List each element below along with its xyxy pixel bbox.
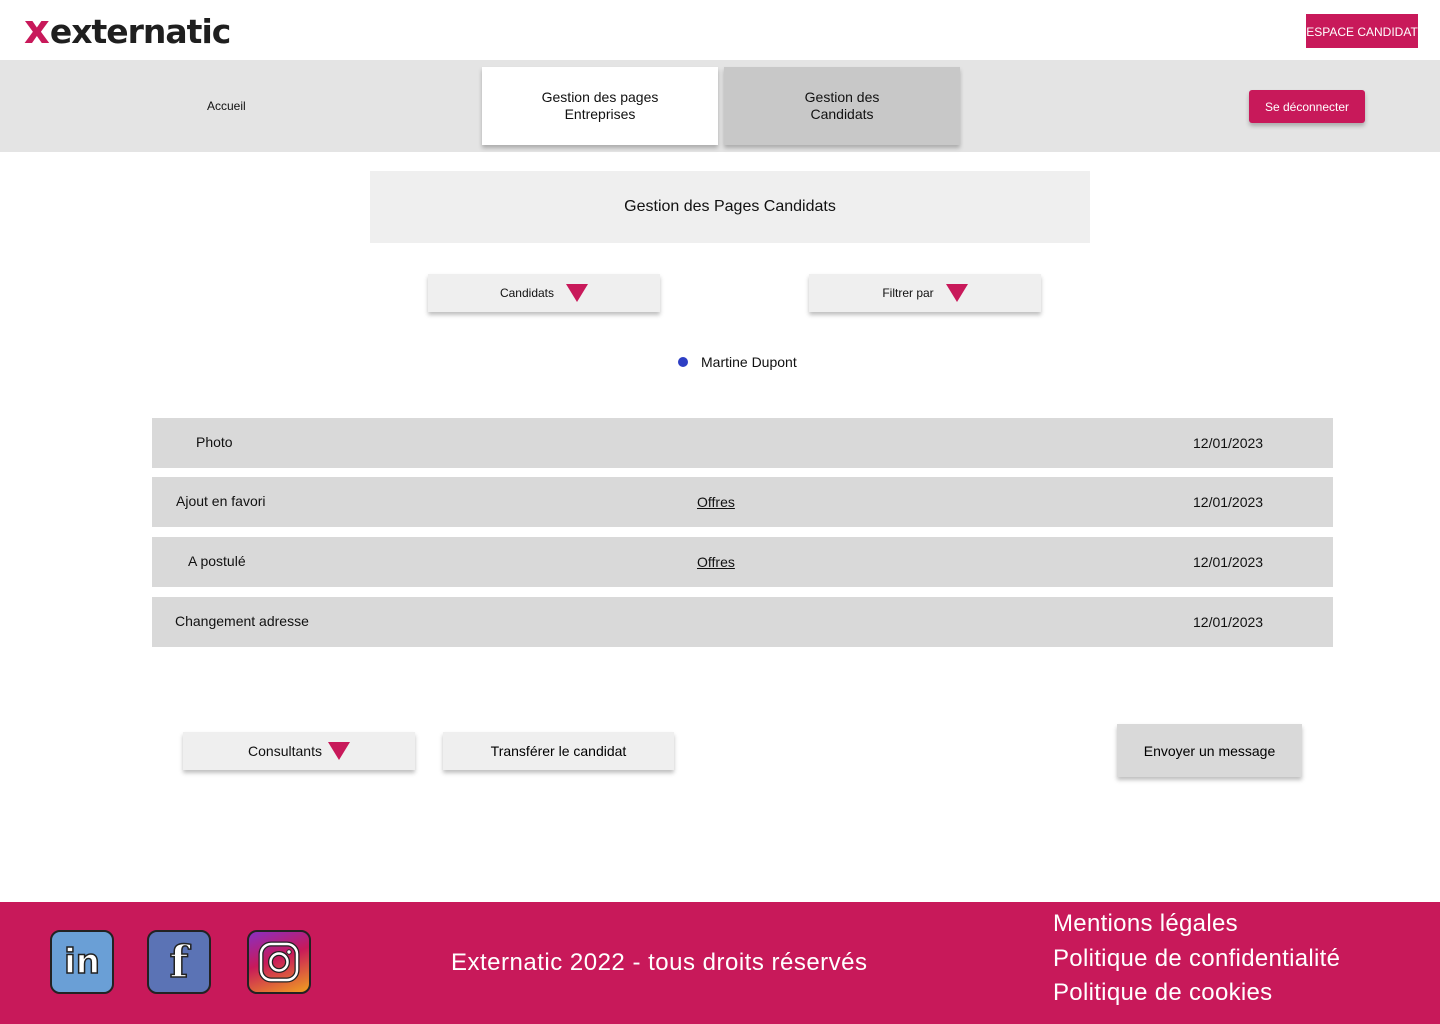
cookie-policy-link[interactable]: Politique de cookies: [1053, 976, 1340, 1011]
logo-x-mark: x: [24, 7, 50, 53]
site-footer: in f Externatic 2022 - tous droits réser…: [0, 902, 1440, 1024]
espace-candidat-button[interactable]: ESPACE CANDIDAT: [1306, 14, 1418, 48]
activity-label: Ajout en favori: [176, 493, 266, 509]
tab-gestion-entreprises[interactable]: Gestion des pages Entreprises: [482, 67, 718, 145]
logo-wordmark: externatic: [49, 12, 232, 51]
facebook-icon[interactable]: f: [147, 930, 211, 994]
admin-nav-bar: Accueil Gestion des pages Entreprises Ge…: [0, 60, 1440, 152]
selected-candidate: Martine Dupont: [678, 354, 797, 370]
activity-date: 12/01/2023: [1193, 494, 1264, 510]
send-message-button[interactable]: Envoyer un message: [1117, 724, 1302, 777]
dropdown-label: Candidats: [499, 286, 555, 300]
activity-date: 12/01/2023: [1193, 435, 1264, 451]
transfer-candidate-button[interactable]: Transférer le candidat: [443, 732, 674, 770]
tab-label: Gestion des Candidats: [804, 89, 880, 122]
activity-label: Photo: [196, 434, 233, 450]
offres-link[interactable]: Offres: [697, 494, 735, 510]
activity-row: A postulé Offres 12/01/2023: [152, 537, 1333, 587]
top-header: x externatic ESPACE CANDIDAT: [0, 0, 1440, 60]
activity-row: Ajout en favori Offres 12/01/2023: [152, 477, 1333, 527]
offres-link[interactable]: Offres: [697, 554, 735, 570]
activity-row: Photo 12/01/2023: [152, 418, 1333, 468]
activity-date: 12/01/2023: [1193, 554, 1264, 570]
activity-row: Changement adresse 12/01/2023: [152, 597, 1333, 647]
nav-home-link[interactable]: Accueil: [207, 99, 246, 113]
legal-links: Mentions légales Politique de confidenti…: [1053, 907, 1340, 1011]
triangle-down-icon: [945, 284, 968, 302]
candidates-dropdown[interactable]: Candidats: [428, 274, 660, 312]
candidate-name[interactable]: Martine Dupont: [701, 354, 797, 370]
triangle-down-icon: [566, 284, 589, 302]
dropdown-label: Consultants: [248, 743, 322, 759]
activity-label: Changement adresse: [175, 613, 309, 629]
consultants-dropdown[interactable]: Consultants: [183, 732, 415, 770]
legal-mentions-link[interactable]: Mentions légales: [1053, 907, 1340, 942]
facebook-glyph: f: [169, 936, 189, 989]
filter-dropdown[interactable]: Filtrer par: [809, 274, 1041, 312]
status-dot-icon: [678, 357, 688, 367]
instagram-icon[interactable]: [247, 930, 311, 994]
page-title: Gestion des Pages Candidats: [370, 171, 1090, 243]
dropdown-label: Filtrer par: [882, 286, 934, 300]
activity-label: A postulé: [188, 553, 246, 569]
tab-gestion-candidats[interactable]: Gestion des Candidats: [724, 67, 960, 145]
logout-button[interactable]: Se déconnecter: [1249, 90, 1365, 123]
linkedin-icon[interactable]: in: [50, 930, 114, 994]
externatic-logo[interactable]: x externatic: [24, 7, 232, 53]
privacy-policy-link[interactable]: Politique de confidentialité: [1053, 942, 1340, 977]
page-title-text: Gestion des Pages Candidats: [624, 198, 836, 215]
linkedin-glyph: in: [63, 941, 100, 983]
instagram-camera-icon: [258, 941, 300, 983]
tab-label: Gestion des pages Entreprises: [541, 89, 659, 122]
activity-date: 12/01/2023: [1193, 614, 1264, 630]
copyright-text: Externatic 2022 - tous droits réservés: [451, 949, 868, 976]
triangle-down-icon: [327, 742, 350, 760]
